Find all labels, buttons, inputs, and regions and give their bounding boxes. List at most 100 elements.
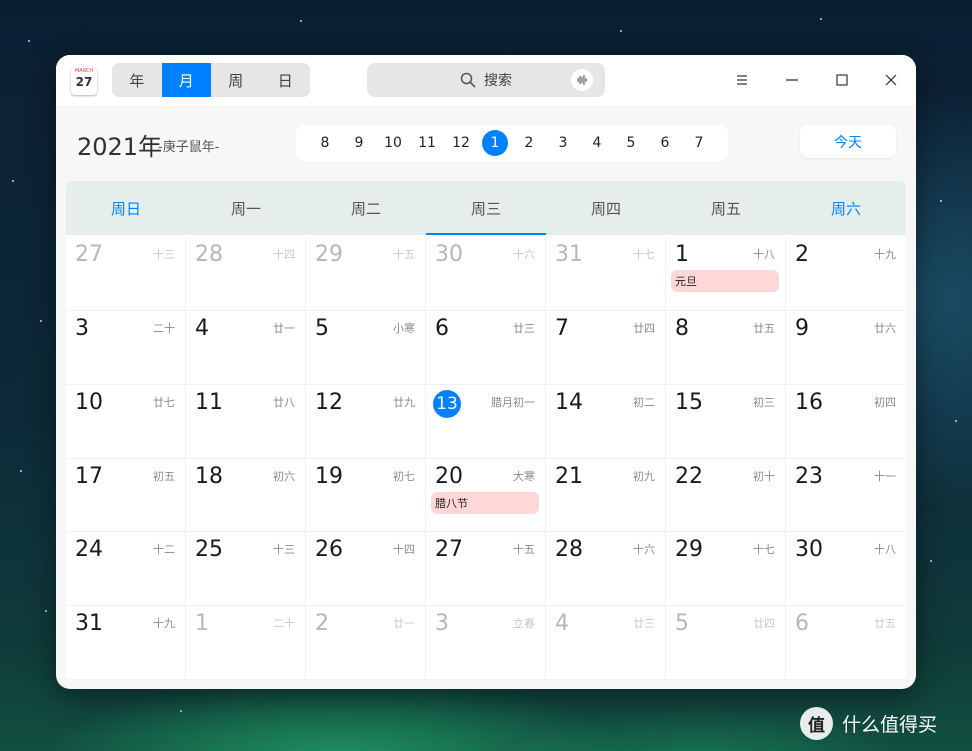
lunar-date: 廿九 xyxy=(393,395,415,409)
day-cell[interactable]: 18 初六 xyxy=(186,458,306,533)
maximize-button[interactable] xyxy=(830,68,854,92)
voice-search-button[interactable] xyxy=(571,69,593,91)
month-item[interactable]: 3 xyxy=(546,130,580,156)
month-item[interactable]: 10 xyxy=(376,130,410,156)
month-item[interactable]: 1 xyxy=(478,130,512,156)
day-cell[interactable]: 14 初二 xyxy=(546,384,666,459)
day-cell[interactable]: 28 十六 xyxy=(546,532,666,607)
lunar-date: 十八 xyxy=(753,248,775,261)
month-item[interactable]: 12 xyxy=(444,130,478,156)
day-cell[interactable]: 2 廿一 xyxy=(306,606,426,680)
holiday-event[interactable]: 腊八节 xyxy=(431,491,539,514)
tab-year[interactable]: 年 xyxy=(112,63,162,97)
day-number: 21 xyxy=(555,463,583,489)
lunar-date: 初九 xyxy=(633,469,655,483)
lunar-date: 十七 xyxy=(753,543,775,557)
day-cell[interactable]: 28 十四 xyxy=(186,237,306,311)
day-cell[interactable]: 5 廿四 xyxy=(666,606,786,680)
tab-month[interactable]: 月 xyxy=(161,63,211,97)
day-cell[interactable]: 27 十五 xyxy=(426,532,546,607)
day-cell[interactable]: 3 立春 xyxy=(426,606,546,680)
minimize-button[interactable] xyxy=(780,68,804,92)
month-item[interactable]: 4 xyxy=(580,130,614,156)
month-item[interactable]: 5 xyxy=(614,130,648,156)
day-cell[interactable]: 2 十九 xyxy=(786,237,906,311)
day-cell[interactable]: 21 初九 xyxy=(546,458,666,533)
day-cell[interactable]: 31 十七 xyxy=(546,237,666,311)
month-item-label: 3 xyxy=(558,135,568,151)
day-cell[interactable]: 15 初三 xyxy=(666,384,786,459)
day-cell[interactable]: 29 十七 xyxy=(666,532,786,607)
month-item-label: 8 xyxy=(320,135,330,151)
day-cell[interactable]: 30 十八 xyxy=(786,532,906,607)
day-cell[interactable]: 11 廿八 xyxy=(186,384,306,459)
day-number: 29 xyxy=(675,537,703,563)
calendar-window: MARCH 27 年 月 周 日 搜索 2021年 -庚子鼠年- 8 9 10 … xyxy=(56,55,916,689)
day-number: 24 xyxy=(75,537,103,563)
day-cell[interactable]: 31 十九 xyxy=(66,606,186,680)
day-cell[interactable]: 22 初十 xyxy=(666,458,786,533)
search-box[interactable]: 搜索 xyxy=(367,63,605,97)
day-cell[interactable]: 12 廿九 xyxy=(306,384,426,459)
day-cell[interactable]: 23 十一 xyxy=(786,458,906,533)
day-cell[interactable]: 29 十五 xyxy=(306,237,426,311)
day-cell[interactable]: 16 初四 xyxy=(786,384,906,459)
day-cell[interactable]: 25 十三 xyxy=(186,532,306,607)
day-cell[interactable]: 4 廿一 xyxy=(186,310,306,385)
day-cell[interactable]: 17 初五 xyxy=(66,458,186,533)
menu-button[interactable] xyxy=(730,68,754,92)
lunar-date: 廿七 xyxy=(153,395,175,409)
day-number: 28 xyxy=(195,242,223,267)
holiday-event[interactable]: 元旦 xyxy=(671,270,779,292)
month-item[interactable]: 8 xyxy=(308,130,342,156)
month-item[interactable]: 2 xyxy=(512,130,546,156)
month-item[interactable]: 6 xyxy=(648,130,682,156)
weekday-label: 周日 xyxy=(110,199,141,218)
weekday-label: 周二 xyxy=(350,199,381,218)
day-cell[interactable]: 26 十四 xyxy=(306,532,426,607)
day-cell[interactable]: 30 十六 xyxy=(426,237,546,311)
today-button[interactable]: 今天 xyxy=(800,125,896,158)
lunar-date: 十一 xyxy=(874,469,896,483)
tab-week[interactable]: 周 xyxy=(211,63,261,97)
tab-day[interactable]: 日 xyxy=(261,63,311,97)
day-cell[interactable]: 6 廿三 xyxy=(426,310,546,385)
lunar-date: 廿三 xyxy=(633,617,655,631)
day-cell[interactable]: 27 十三 xyxy=(66,237,186,311)
lunar-date: 小寒 xyxy=(393,321,415,335)
day-number: 13 xyxy=(433,389,461,418)
day-cell[interactable]: 7 廿四 xyxy=(546,310,666,385)
day-number: 17 xyxy=(75,463,103,489)
day-number: 25 xyxy=(195,537,223,563)
lunar-date: 初十 xyxy=(753,469,775,483)
lunar-date: 廿四 xyxy=(633,321,655,335)
lunar-date: 初二 xyxy=(633,395,655,409)
lunar-date: 廿一 xyxy=(393,617,415,631)
lunar-date: 十八 xyxy=(874,543,896,557)
day-cell[interactable]: 9 廿六 xyxy=(786,310,906,385)
day-cell[interactable]: 10 廿七 xyxy=(66,384,186,459)
lunar-date: 初六 xyxy=(273,469,295,483)
day-cell[interactable]: 20 大寒 腊八节 xyxy=(426,458,546,533)
day-cell[interactable]: 1 二十 xyxy=(186,606,306,680)
calendar-app-icon[interactable]: MARCH 27 xyxy=(71,67,97,95)
day-number: 11 xyxy=(195,389,223,415)
day-cell[interactable]: 19 初七 xyxy=(306,458,426,533)
day-cell[interactable]: 3 二十 xyxy=(66,310,186,385)
day-number: 18 xyxy=(195,463,223,489)
day-cell[interactable]: 5 小寒 xyxy=(306,310,426,385)
lunar-date: 腊月初一 xyxy=(491,395,535,409)
day-cell[interactable]: 8 廿五 xyxy=(666,310,786,385)
day-cell[interactable]: 4 廿三 xyxy=(546,606,666,680)
day-cell[interactable]: 1 十八 元旦 xyxy=(666,237,786,311)
month-item-label: 5 xyxy=(626,135,636,151)
month-item[interactable]: 11 xyxy=(410,130,444,156)
day-cell-today[interactable]: 13 腊月初一 xyxy=(426,384,546,459)
close-button[interactable] xyxy=(879,68,903,92)
month-item[interactable]: 9 xyxy=(342,130,376,156)
day-cell[interactable]: 24 十二 xyxy=(66,532,186,607)
month-item[interactable]: 7 xyxy=(682,130,716,156)
day-number: 2 xyxy=(315,611,329,637)
day-cell[interactable]: 6 廿五 xyxy=(786,606,906,680)
lunar-date: 十六 xyxy=(633,543,655,557)
